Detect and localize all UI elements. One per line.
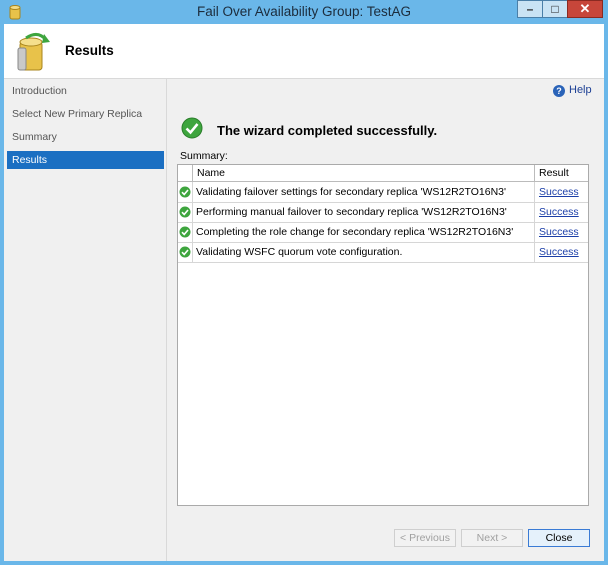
help-label: Help [569,84,592,96]
next-button[interactable]: Next > [461,529,523,547]
wizard-client: Results Introduction Select New Primary … [4,24,604,561]
wizard-footer: < Previous Next > Close [167,514,604,561]
results-grid: Name Result Validating failover settings… [177,164,589,506]
result-link[interactable]: Success [539,226,579,238]
grid-header: Name Result [178,165,588,182]
result-link[interactable]: Success [539,246,579,258]
table-row[interactable]: Completing the role change for secondary… [178,222,588,243]
wizard-nav: Introduction Select New Primary Replica … [4,79,167,561]
success-check-icon [179,226,191,238]
result-link[interactable]: Success [539,206,579,218]
row-name: Validating failover settings for seconda… [196,186,507,198]
completion-message: The wizard completed successfully. [217,123,438,138]
nav-item-summary[interactable]: Summary [7,128,164,146]
row-name: Performing manual failover to secondary … [196,206,507,218]
maximize-button[interactable]: □ [542,0,568,18]
success-check-icon [179,206,191,218]
close-button[interactable]: Close [528,529,590,547]
summary-label: Summary: [180,150,228,162]
column-header-result[interactable]: Result [539,167,569,179]
nav-item-select-new-primary-replica[interactable]: Select New Primary Replica [7,105,164,123]
column-header-name[interactable]: Name [197,167,225,179]
row-name: Completing the role change for secondary… [196,226,514,238]
column-separator [192,165,193,181]
page-title: Results [65,43,114,58]
success-check-icon [181,117,203,139]
wizard-header: Results [4,24,604,79]
nav-item-introduction[interactable]: Introduction [7,82,164,100]
previous-button[interactable]: < Previous [394,529,456,547]
minimize-button[interactable]: – [517,0,543,18]
nav-item-results[interactable]: Results [7,151,164,169]
row-name: Validating WSFC quorum vote configuratio… [196,246,403,258]
table-row[interactable]: Performing manual failover to secondary … [178,202,588,223]
title-bar[interactable]: Fail Over Availability Group: TestAG – □… [0,0,608,24]
table-row[interactable]: Validating WSFC quorum vote configuratio… [178,242,588,263]
result-link[interactable]: Success [539,186,579,198]
results-panel: ? Help The wizard completed successfully… [167,79,604,514]
database-failover-icon [17,33,50,71]
success-check-icon [179,246,191,258]
column-separator [534,165,535,181]
table-row[interactable]: Validating failover settings for seconda… [178,182,588,203]
wizard-window: Fail Over Availability Group: TestAG – □… [0,0,608,565]
help-icon: ? [553,85,565,97]
window-close-button[interactable]: ✕ [567,0,603,18]
success-check-icon [179,186,191,198]
